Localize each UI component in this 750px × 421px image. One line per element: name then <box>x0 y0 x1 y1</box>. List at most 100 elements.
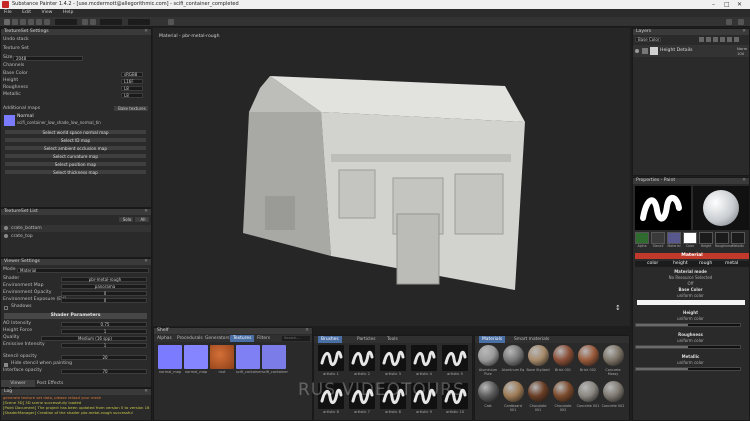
close-icon[interactable]: ✕ <box>144 29 148 35</box>
add-folder-icon[interactable] <box>727 37 732 42</box>
slot-metallic-swatch[interactable] <box>731 232 745 244</box>
emissive-intensity-field[interactable]: 1 <box>61 343 147 348</box>
material-thumbnail[interactable] <box>553 381 574 402</box>
lazy-mouse-icon[interactable] <box>90 19 96 25</box>
all-button[interactable]: All <box>135 217 149 222</box>
tab-materials[interactable]: Materials <box>479 336 506 343</box>
tab-viewer-settings[interactable]: Viewer Settings <box>1 380 35 393</box>
tab-filters[interactable]: Filters <box>254 335 273 342</box>
eraser-tool-icon[interactable] <box>12 19 18 25</box>
tab-smart-materials[interactable]: Smart materials <box>511 336 552 343</box>
ao-intensity-field[interactable]: 0.75 <box>61 322 147 327</box>
menu-view[interactable]: View <box>42 10 53 15</box>
texture-thumbnail[interactable] <box>184 345 208 369</box>
paint-tool-icon[interactable] <box>4 19 10 25</box>
base-color-swatch[interactable] <box>637 300 745 305</box>
brush-thumbnail[interactable] <box>318 345 344 371</box>
material-thumbnail[interactable] <box>528 381 549 402</box>
material-thumbnail[interactable] <box>603 345 624 366</box>
tab-tools[interactable]: Tools <box>384 336 401 343</box>
brush-thumbnail[interactable] <box>380 345 406 371</box>
smudge-tool-icon[interactable] <box>28 19 34 25</box>
texture-thumbnail[interactable] <box>158 345 182 369</box>
camera-icon[interactable] <box>168 19 174 25</box>
material-thumbnail[interactable] <box>478 381 499 402</box>
brush-alpha-preview[interactable] <box>635 186 691 230</box>
shadows-checkbox[interactable] <box>4 306 8 310</box>
menu-file[interactable]: File <box>4 10 12 15</box>
close-icon[interactable]: ✕ <box>305 328 309 334</box>
material-value[interactable]: Off <box>635 281 746 286</box>
slot-alpha-swatch[interactable] <box>635 232 649 244</box>
material-thumbnail[interactable] <box>478 345 499 366</box>
material-thumbnail[interactable] <box>503 345 524 366</box>
toggle-rough[interactable]: rough <box>699 261 712 267</box>
slot-height-swatch[interactable] <box>699 232 713 244</box>
add-fill-layer-icon[interactable] <box>706 37 711 42</box>
visibility-icon[interactable] <box>4 226 8 230</box>
add-layer-icon[interactable] <box>699 37 704 42</box>
select-thickness-map-button[interactable]: Select thickness map <box>4 169 147 175</box>
brush-thumbnail[interactable] <box>442 345 468 371</box>
channel-format-select[interactable]: L8 <box>121 93 143 98</box>
symmetry-icon[interactable] <box>82 19 88 25</box>
interface-opacity-field[interactable]: 70 <box>61 369 147 374</box>
projection-tool-icon[interactable] <box>20 19 26 25</box>
size-select[interactable]: 2048 <box>13 56 83 61</box>
toggle-color[interactable]: color <box>647 261 658 267</box>
select-world-normal-button[interactable]: Select world space normal map <box>4 129 147 135</box>
slot-material-swatch[interactable] <box>667 232 681 244</box>
material-thumbnail[interactable] <box>603 381 624 402</box>
solo-button[interactable]: Solo <box>119 217 133 222</box>
material-thumbnail[interactable] <box>578 345 599 366</box>
texture-thumbnail[interactable] <box>236 345 260 369</box>
visibility-icon[interactable] <box>635 49 639 53</box>
menu-help[interactable]: Help <box>63 10 73 15</box>
tab-procedurals[interactable]: Procedurals <box>174 335 206 342</box>
mode-select[interactable]: Material <box>17 268 149 273</box>
channel-format-select[interactable]: L16F <box>121 79 143 84</box>
quality-select[interactable]: Medium (16 spp) <box>41 336 147 341</box>
toggle-height[interactable]: height <box>673 261 688 267</box>
material-thumbnail[interactable] <box>503 381 524 402</box>
channel-format-select[interactable]: L8 <box>121 86 143 91</box>
add-mask-icon[interactable] <box>713 37 718 42</box>
close-icon[interactable]: ✕ <box>737 0 742 9</box>
tab-textures[interactable]: Textures <box>230 335 255 342</box>
brush-thumbnail[interactable] <box>411 345 437 371</box>
container-model[interactable] <box>153 28 630 326</box>
texture-thumbnail[interactable] <box>210 345 234 369</box>
layer-row[interactable]: Height Details Norm 100 <box>633 45 749 57</box>
select-id-map-button[interactable]: Select ID map <box>4 137 147 143</box>
size-field[interactable] <box>55 19 77 25</box>
settings-icon[interactable] <box>738 19 744 25</box>
viewport-3d[interactable]: Material - pbr-metal-rough ↕ <box>153 28 630 326</box>
visibility-icon[interactable] <box>4 234 8 238</box>
minimize-icon[interactable]: – <box>712 0 715 9</box>
shelf-search-input[interactable]: Search... <box>282 336 310 341</box>
layer-opacity[interactable]: 100 <box>737 51 744 56</box>
texture-thumbnail[interactable] <box>262 345 286 369</box>
add-effect-icon[interactable] <box>720 37 725 42</box>
material-header[interactable]: Material <box>635 253 749 259</box>
roughness-slider[interactable] <box>635 345 741 349</box>
list-item[interactable]: crate_bottom <box>1 225 151 232</box>
tab-brushes[interactable]: Brushes <box>318 336 342 343</box>
close-icon[interactable]: ✕ <box>144 259 148 265</box>
clone-tool-icon[interactable] <box>36 19 42 25</box>
slot-roughness-swatch[interactable] <box>715 232 729 244</box>
height-slider[interactable] <box>635 323 741 327</box>
stencil-opacity-field[interactable]: 20 <box>61 355 147 360</box>
metallic-slider[interactable] <box>635 367 741 371</box>
tab-particles[interactable]: Particles <box>354 336 379 343</box>
flow-field[interactable] <box>128 19 150 25</box>
channel-select[interactable]: Base Color <box>635 37 661 42</box>
list-item[interactable]: crate_top <box>1 233 151 240</box>
material-preview[interactable] <box>693 186 749 230</box>
environment-opacity-field[interactable]: 0 <box>61 291 147 296</box>
menu-edit[interactable]: Edit <box>22 10 31 15</box>
close-icon[interactable]: ✕ <box>144 389 148 395</box>
render-icon[interactable] <box>726 19 732 25</box>
environment-map-select[interactable]: panorama <box>61 284 147 289</box>
close-icon[interactable]: ✕ <box>742 178 746 184</box>
